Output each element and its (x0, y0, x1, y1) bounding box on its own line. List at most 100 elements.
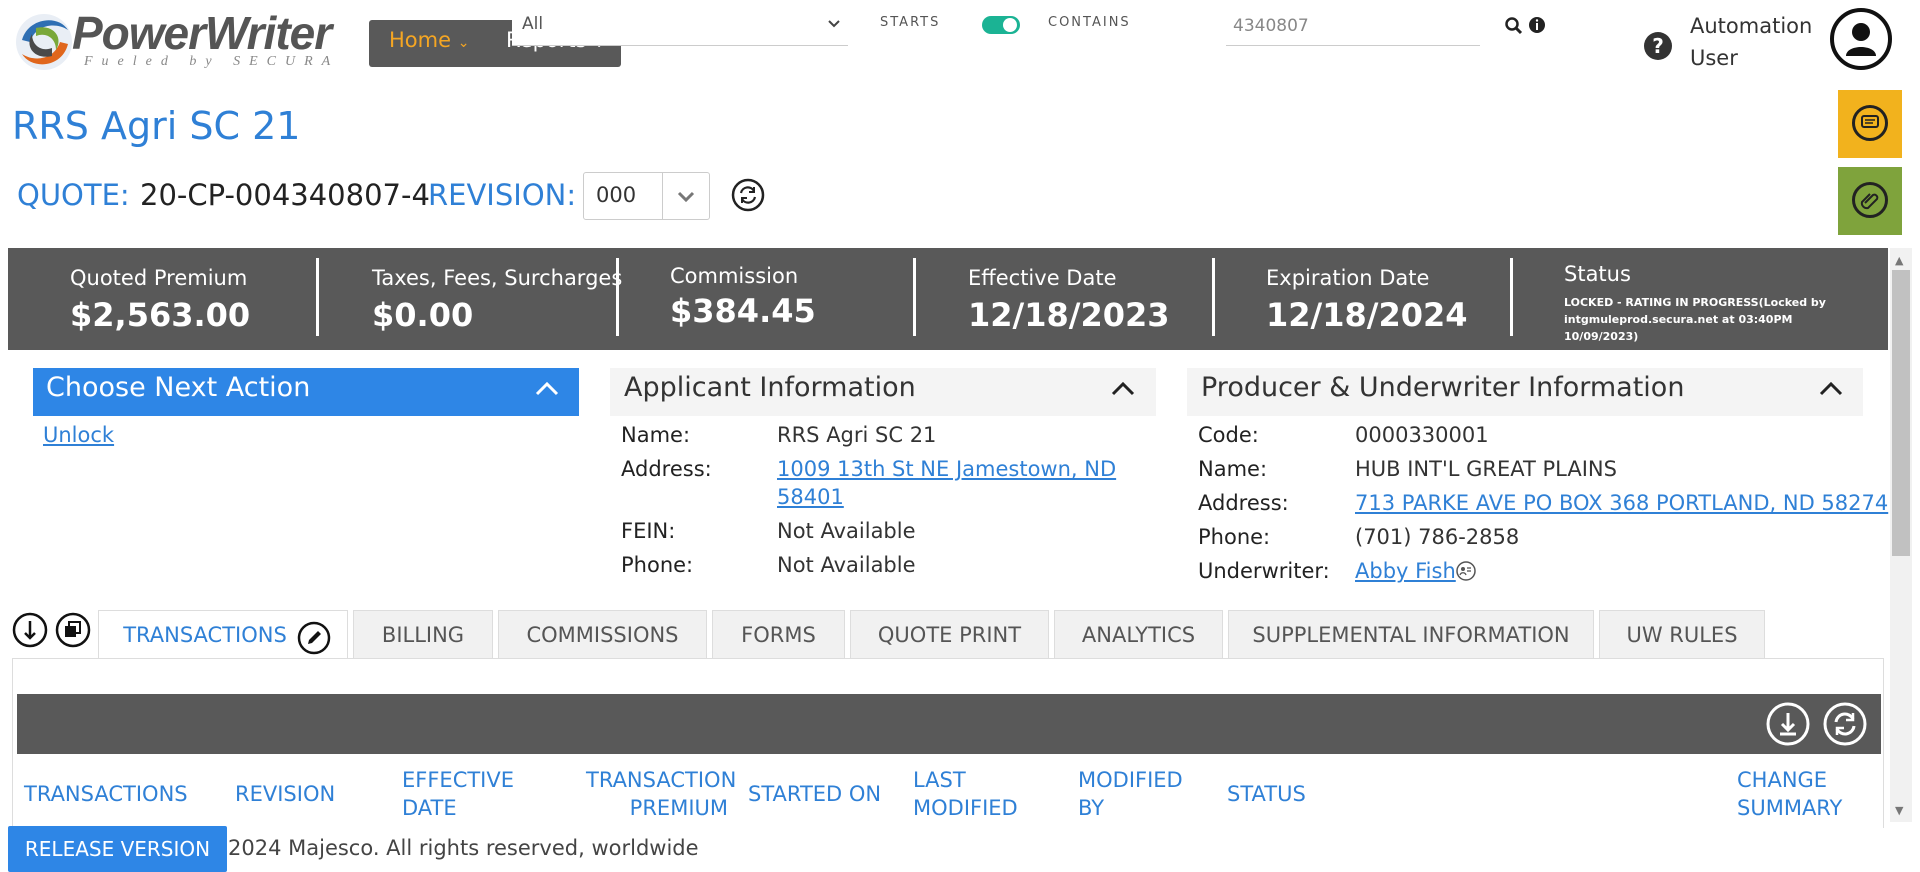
next-action-title: Choose Next Action (46, 372, 311, 403)
refresh-icon[interactable] (1823, 702, 1867, 746)
underwriter-link[interactable]: Abby Fish (1355, 557, 1456, 585)
page-title: RRS Agri SC 21 (12, 104, 301, 148)
chevron-down-icon[interactable] (672, 182, 700, 210)
copyright-text: 2024 Majesco. All rights reserved, world… (228, 836, 699, 860)
chat-icon (1852, 105, 1888, 141)
column-header-started-on[interactable]: STARTED ON (748, 780, 881, 808)
underwriter-label: Underwriter: (1198, 559, 1330, 583)
copy-icon[interactable] (55, 612, 91, 648)
column-header-text: MODIFIED (1078, 768, 1183, 792)
producer-name-value: HUB INT'L GREAT PLAINS (1355, 457, 1617, 481)
scroll-down-arrow-icon[interactable]: ▼ (1895, 804, 1903, 817)
logo-tagline: Fueled by SECURA (84, 54, 340, 69)
contact-card-icon[interactable] (1455, 560, 1477, 582)
column-header-text: STARTED ON (748, 782, 882, 806)
toggle-knob (1003, 18, 1017, 32)
producer-code-label: Code: (1198, 423, 1259, 447)
column-header-effective-date[interactable]: EFFECTIVE DATE (402, 766, 514, 822)
column-header-last-modified[interactable]: LAST MODIFIED (913, 766, 1018, 822)
search-scope-value: All (522, 14, 544, 34)
column-header-revision[interactable]: REVISION (235, 780, 335, 808)
applicant-fein-label: FEIN: (621, 519, 676, 543)
logo-wordmark: PowerWriter (72, 7, 332, 59)
chevron-up-icon[interactable] (1816, 374, 1846, 404)
tab-billing[interactable]: BILLING (353, 610, 493, 658)
producer-phone-label: Phone: (1198, 525, 1271, 549)
column-header-text: MODIFIED (913, 796, 1018, 820)
tab-supplemental-information[interactable]: SUPPLEMENTAL INFORMATION (1228, 610, 1594, 658)
revision-label: REVISION: (428, 178, 577, 212)
column-header-transactions[interactable]: TRANSACTIONS (24, 780, 188, 808)
column-header-text: SUMMARY (1737, 796, 1843, 820)
search-icon[interactable] (1504, 16, 1524, 36)
applicant-phone-value: Not Available (777, 553, 916, 577)
summary-value: $0.00 (372, 296, 474, 334)
column-header-text: EFFECTIVE (402, 768, 515, 792)
summary-label: Quoted Premium (70, 266, 248, 290)
column-header-text: TRANSACTION (586, 768, 737, 792)
search-mode-starts-label: STARTS (880, 15, 941, 30)
producer-name-label: Name: (1198, 457, 1268, 481)
summary-label: Effective Date (968, 266, 1117, 290)
status-line1: LOCKED - RATING IN PROGRESS(Locked by (1564, 296, 1826, 309)
applicant-name-value: RRS Agri SC 21 (777, 423, 937, 447)
applicant-address-link[interactable]: 1009 13th St NE Jamestown, ND 58401 (777, 455, 1116, 511)
summary-value: 12/18/2024 (1266, 296, 1468, 334)
user-name[interactable]: Automation User (1690, 10, 1820, 74)
applicant-name-label: Name: (621, 423, 691, 447)
applicant-info-title: Applicant Information (624, 372, 916, 403)
help-icon[interactable]: ? (1644, 32, 1672, 60)
address-line1: 1009 13th St NE Jamestown, ND (777, 457, 1117, 481)
tab-transactions[interactable]: TRANSACTIONS (98, 610, 348, 658)
unlock-link[interactable]: Unlock (43, 423, 114, 447)
chevron-down-icon (828, 20, 840, 28)
column-header-modified-by[interactable]: MODIFIED BY (1078, 766, 1183, 822)
release-version-button[interactable]: RELEASE VERSION (8, 826, 227, 872)
scroll-up-arrow-icon[interactable]: ▲ (1895, 254, 1903, 267)
download-icon[interactable] (1766, 702, 1810, 746)
tab-forms[interactable]: FORMS (712, 610, 845, 658)
producer-address-label: Address: (1198, 491, 1289, 515)
summary-label: Commission (670, 264, 799, 288)
refresh-icon[interactable] (731, 178, 765, 212)
attachment-icon (1852, 182, 1888, 218)
search-scope-select[interactable] (512, 10, 848, 46)
divider (616, 258, 619, 336)
revision-value: 000 (596, 183, 637, 207)
tab-uw-rules[interactable]: UW RULES (1599, 610, 1765, 658)
logo-swirl-icon (16, 14, 72, 70)
tab-analytics[interactable]: ANALYTICS (1054, 610, 1223, 658)
quote-label: QUOTE: (17, 178, 130, 212)
column-header-text: STATUS (1227, 782, 1306, 806)
producer-info-title: Producer & Underwriter Information (1201, 372, 1685, 403)
tab-commissions[interactable]: COMMISSIONS (498, 610, 707, 658)
download-all-icon[interactable] (12, 612, 48, 648)
divider (1212, 258, 1215, 336)
column-header-status[interactable]: STATUS (1227, 780, 1306, 808)
tab-quote-print[interactable]: QUOTE PRINT (850, 610, 1049, 658)
chevron-up-icon[interactable] (1108, 374, 1138, 404)
status-line2: intgmuleprod.secura.net at 03:40PM 10/09… (1564, 313, 1793, 343)
info-icon[interactable] (1528, 16, 1546, 34)
chevron-down-icon: ⌄ (457, 35, 470, 51)
divider (913, 258, 916, 336)
edit-pencil-icon[interactable] (297, 621, 331, 655)
chevron-up-icon[interactable] (532, 374, 562, 404)
user-avatar-icon[interactable] (1830, 8, 1892, 70)
menu-home[interactable]: Home ⌄ (389, 28, 469, 52)
chat-button[interactable] (1838, 90, 1902, 158)
producer-address-link[interactable]: 713 PARKE AVE PO BOX 368 PORTLAND, ND 58… (1355, 489, 1888, 517)
column-header-change-summary[interactable]: CHANGE SUMMARY (1737, 766, 1842, 822)
summary-value: 12/18/2023 (968, 296, 1170, 334)
tab-label: TRANSACTIONS (123, 623, 287, 647)
status-value: LOCKED - RATING IN PROGRESS(Locked by in… (1564, 294, 1864, 345)
transactions-toolbar (17, 694, 1881, 754)
applicant-address-label: Address: (621, 457, 712, 481)
column-header-text: REVISION (235, 782, 336, 806)
scrollbar-thumb[interactable] (1892, 270, 1910, 556)
person-icon (1846, 23, 1876, 56)
column-header-transaction-premium[interactable]: TRANSACTION PREMIUM (586, 766, 737, 822)
column-header-text: DATE (402, 796, 457, 820)
quote-summary-bar: Quoted Premium $2,563.00 Taxes, Fees, Su… (8, 248, 1888, 350)
attachment-button[interactable] (1838, 167, 1902, 235)
